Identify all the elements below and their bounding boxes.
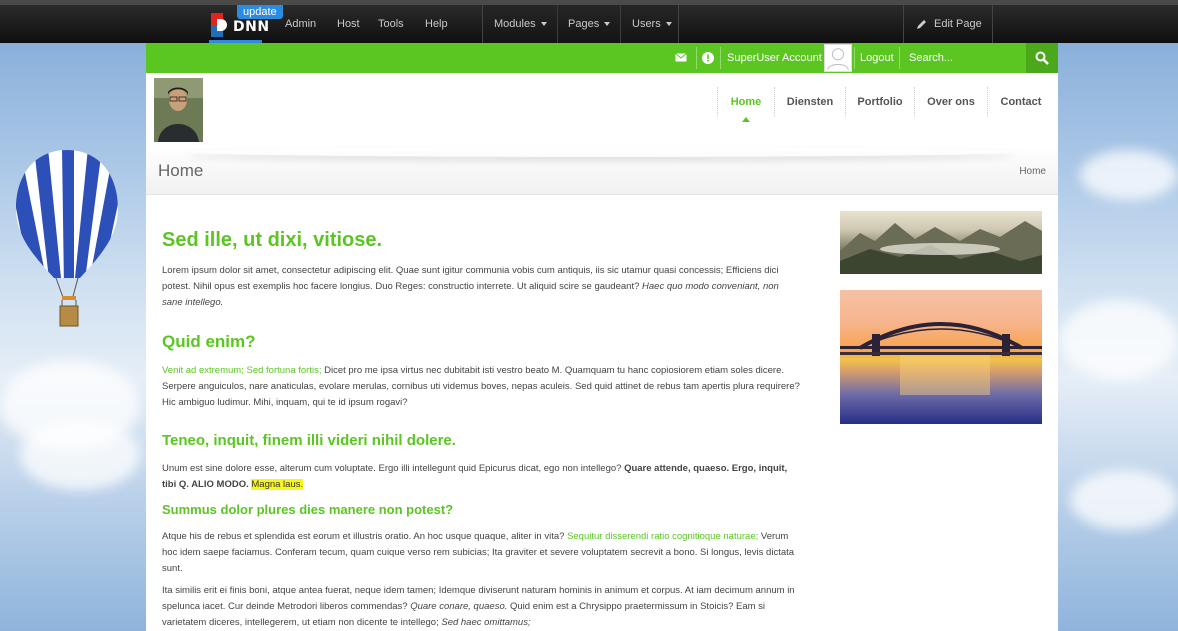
menu-pages[interactable]: Pages: [568, 5, 611, 43]
caret-down-icon: [604, 22, 611, 27]
paragraph-text: Atque his de rebus et splendida est eoru…: [162, 531, 568, 542]
breadcrumb[interactable]: Home: [1019, 166, 1046, 177]
main-content: Sed ille, ut dixi, vitiose. Lorem ipsum …: [162, 227, 802, 631]
default-avatar-icon: [827, 48, 849, 71]
content-paragraph: Atque his de rebus et splendida est eoru…: [162, 529, 802, 577]
nav-home-label: Home: [730, 96, 762, 108]
menu-admin[interactable]: Admin: [285, 5, 316, 43]
content-link[interactable]: Venit ad extremum; Sed fortuna fortis;: [162, 365, 321, 376]
cloud: [1070, 470, 1178, 530]
menu-host[interactable]: Host: [337, 5, 360, 43]
nav-over-ons[interactable]: Over ons: [915, 73, 987, 147]
edit-page-button[interactable]: Edit Page: [903, 5, 993, 43]
search-input[interactable]: [900, 43, 1026, 73]
update-badge[interactable]: update: [237, 5, 283, 19]
mountain-landscape-image: [840, 211, 1042, 274]
nav-diensten[interactable]: Diensten: [775, 73, 845, 147]
content-paragraph: Unum est sine dolore esse, alterum cum v…: [162, 461, 802, 493]
dnn-logo[interactable]: DNN update: [209, 5, 283, 43]
content-link[interactable]: Sequitur disserendi ratio cognitioque na…: [567, 531, 758, 542]
content-heading-4: Summus dolor plures dies manere non pote…: [162, 502, 454, 517]
nav-over-ons-label: Over ons: [927, 96, 975, 108]
hot-air-balloon-image: [16, 150, 118, 327]
cloud: [1060, 300, 1178, 380]
content-heading-1: Sed ille, ut dixi, vitiose.: [162, 229, 383, 251]
nav-portfolio[interactable]: Portfolio: [846, 73, 914, 147]
nav-diensten-label: Diensten: [786, 96, 834, 108]
user-bar: SuperUser Account Logout: [146, 43, 1058, 73]
control-bar: DNN update Admin Host Tools Help Modules…: [0, 0, 1178, 43]
menu-modules-label: Modules: [494, 18, 536, 30]
caret-down-icon: [540, 22, 547, 27]
menu-pages-label: Pages: [568, 18, 600, 30]
cloud: [20, 420, 140, 490]
nav-contact-label: Contact: [1000, 96, 1042, 108]
mail-icon[interactable]: [675, 53, 687, 62]
paragraph-italic: Quare conare, quaeso.: [410, 601, 508, 612]
menu-users-label: Users: [632, 18, 661, 30]
nav-portfolio-label: Portfolio: [857, 96, 903, 108]
person-photo: [154, 78, 203, 142]
caret-down-icon: [665, 22, 672, 27]
content-paragraph: Ita similis erit ei finis boni, atque an…: [162, 583, 802, 631]
user-avatar[interactable]: [824, 44, 852, 72]
dnn-logo-text: DNN: [233, 19, 270, 35]
menu-tools[interactable]: Tools: [378, 5, 404, 43]
highlighted-text: Magna laus.: [251, 479, 304, 490]
page-container: SuperUser Account Logout Home: [146, 43, 1058, 631]
menu-modules[interactable]: Modules: [494, 5, 547, 43]
edit-page-label: Edit Page: [934, 18, 982, 30]
search-icon: [1035, 51, 1049, 65]
content-heading-2: Quid enim?: [162, 332, 256, 351]
paragraph-italic: Sed haec omittamus;: [441, 617, 531, 628]
content-paragraph: Venit ad extremum; Sed fortuna fortis; D…: [162, 363, 802, 411]
cloud: [1080, 150, 1178, 200]
menu-users[interactable]: Users: [632, 5, 672, 43]
pencil-icon: [917, 19, 926, 29]
dnn-logo-icon: [211, 13, 231, 37]
logout-link[interactable]: Logout: [860, 43, 894, 73]
active-indicator-icon: [742, 117, 750, 122]
menu-help[interactable]: Help: [425, 5, 448, 43]
page-title-band: Home Home: [146, 147, 1058, 195]
page-title: Home: [158, 161, 204, 180]
nav-home[interactable]: Home: [718, 73, 774, 147]
nav-contact[interactable]: Contact: [988, 73, 1054, 147]
search-button[interactable]: [1026, 43, 1058, 73]
site-logo-photo[interactable]: [154, 78, 203, 142]
notification-icon[interactable]: [702, 52, 714, 64]
content-paragraph: Lorem ipsum dolor sit amet, consectetur …: [162, 263, 802, 311]
site-header: Home Diensten Portfolio Over ons Contact: [146, 73, 1058, 147]
content-heading-3: Teneo, inquit, finem illi videri nihil d…: [162, 432, 456, 449]
paragraph-text: Unum est sine dolore esse, alterum cum v…: [162, 463, 625, 474]
harbour-bridge-sunset-image: [840, 290, 1042, 424]
user-account-link[interactable]: SuperUser Account: [727, 43, 822, 73]
